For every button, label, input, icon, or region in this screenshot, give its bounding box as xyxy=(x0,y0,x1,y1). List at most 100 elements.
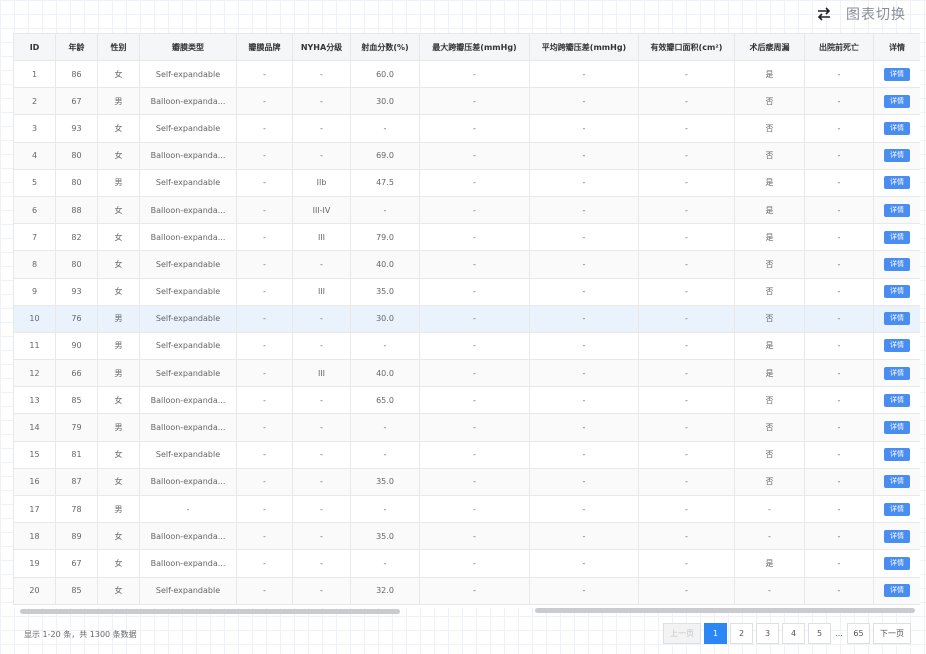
table-cell: 否 xyxy=(734,87,805,116)
detail-button[interactable]: 详情 xyxy=(884,366,910,380)
table-row[interactable]: 1 86 女 Self-expandable - -60.0- - - 是 - 详情 xyxy=(13,59,920,89)
detail-cell: 详情 xyxy=(873,359,920,388)
table-cell: - xyxy=(638,331,735,361)
table-cell: 3 xyxy=(13,114,56,143)
table-row[interactable]: 5 80 男 Self-expandable - IIb 47.5- - - 是 - 详情 xyxy=(13,168,920,197)
table-row[interactable]: 15 81 女 Self-expandable - - - - - - 否 - 详情 xyxy=(13,440,920,469)
table-row[interactable]: 13 85 女 Balloon-expanda... - -65.0- - - 否 - 详情 xyxy=(13,386,920,415)
table-row[interactable]: 2 67 男 Balloon-expanda... - -30.0- - - 否 - 详情 xyxy=(13,87,920,116)
table-row[interactable]: 19 67 女 Balloon-expanda... - - - - - - 是 - 详情 xyxy=(13,549,920,578)
table-cell: 35.0 xyxy=(350,522,420,551)
table-cell: - xyxy=(236,386,293,415)
table-cell: - xyxy=(804,250,874,279)
page-button-2[interactable]: 2 xyxy=(730,623,753,644)
table-cell: 否 xyxy=(734,386,805,415)
detail-button[interactable]: 详情 xyxy=(884,556,910,570)
table-cell: - xyxy=(804,87,874,116)
table-cell: 76 xyxy=(55,304,98,333)
table-row[interactable]: 16 87 女 Balloon-expanda... - -35.0- - - 否 - 详情 xyxy=(13,467,920,497)
detail-button[interactable]: 详情 xyxy=(884,285,910,299)
table-cell: III xyxy=(292,223,351,252)
table-row[interactable]: 10 76 男 Self-expandable - -30.0- - - 否 - 详情 xyxy=(13,304,920,333)
detail-button[interactable]: 详情 xyxy=(884,502,910,516)
detail-button[interactable]: 详情 xyxy=(884,312,910,326)
table-row[interactable]: 8 80 女 Self-expandable - -40.0- - - 否 - 详情 xyxy=(13,250,920,279)
table-row[interactable]: 11 90 男 Self-expandable - - - - - - 是 - 详情 xyxy=(13,331,920,361)
table-cell: 男 xyxy=(97,168,140,197)
table-cell: Self-expandable xyxy=(139,114,237,143)
table-cell: - xyxy=(638,494,735,524)
data-table-container[interactable]: ID 年龄 性别 瓣膜类型 瓣膜品牌 NYHA分级 射血分数(%) 最大跨瓣压差(mmHg) 平… xyxy=(13,33,920,608)
table-cell: - xyxy=(292,467,351,497)
table-cell: - xyxy=(419,467,530,497)
detail-button[interactable]: 详情 xyxy=(884,121,910,135)
chart-switch-button[interactable]: 图表切换 xyxy=(816,4,906,24)
table-cell: - xyxy=(804,549,874,578)
table-cell: - xyxy=(419,195,530,225)
detail-button[interactable]: 详情 xyxy=(884,393,910,407)
detail-button[interactable]: 详情 xyxy=(884,421,910,435)
detail-button[interactable]: 详情 xyxy=(884,257,910,271)
detail-cell: 详情 xyxy=(873,195,920,225)
table-row[interactable]: 9 93 女 Self-expandable - III 35.0- - - 否 - 详情 xyxy=(13,277,920,306)
table-row[interactable]: 17 78 男 - - - - - - - - - 详情 xyxy=(13,494,920,524)
detail-button[interactable]: 详情 xyxy=(884,475,910,489)
table-cell: 女 xyxy=(97,277,140,306)
table-cell: 女 xyxy=(97,386,140,415)
table-cell: - xyxy=(236,440,293,469)
table-cell: 87 xyxy=(55,467,98,497)
table-cell: - xyxy=(236,494,293,524)
detail-button[interactable]: 详情 xyxy=(884,339,910,353)
detail-button[interactable]: 详情 xyxy=(884,67,910,81)
table-cell: - xyxy=(292,59,351,89)
page-button-1[interactable]: 1 xyxy=(704,623,727,644)
table-cell: - xyxy=(236,59,293,89)
table-cell: Self-expandable xyxy=(139,277,237,306)
detail-button[interactable]: 详情 xyxy=(884,584,910,598)
horizontal-scrollbar-left[interactable] xyxy=(20,609,400,614)
table-cell: - xyxy=(638,386,735,415)
page-button-4[interactable]: 4 xyxy=(782,623,805,644)
table-cell: 10 xyxy=(13,304,56,333)
page-button-5[interactable]: 5 xyxy=(808,623,831,644)
page-button-3[interactable]: 3 xyxy=(756,623,779,644)
detail-button[interactable]: 详情 xyxy=(884,94,910,108)
table-row[interactable]: 18 89 女 Balloon-expanda... - -35.0- - - - - 详情 xyxy=(13,522,920,551)
table-cell: - xyxy=(529,413,639,442)
detail-button[interactable]: 详情 xyxy=(884,176,910,190)
column-header: 最大跨瓣压差(mmHg) xyxy=(419,33,530,61)
table-cell: 6 xyxy=(13,195,56,225)
table-cell: 男 xyxy=(97,494,140,524)
detail-button[interactable]: 详情 xyxy=(884,230,910,244)
table-cell: - xyxy=(804,494,874,524)
table-cell: Balloon-expanda... xyxy=(139,386,237,415)
page-button-last[interactable]: 65 xyxy=(847,623,870,644)
table-cell: 17 xyxy=(13,494,56,524)
table-row[interactable]: 4 80 女 Balloon-expanda... - -69.0- - - 否 - 详情 xyxy=(13,141,920,170)
table-row[interactable]: 14 79 男 Balloon-expanda... - - - - - - 否 - 详情 xyxy=(13,413,920,442)
next-page-button[interactable]: 下一页 xyxy=(873,623,911,644)
table-cell: Self-expandable xyxy=(139,304,237,333)
detail-button[interactable]: 详情 xyxy=(884,203,910,217)
table-cell: Balloon-expanda... xyxy=(139,223,237,252)
table-cell: 男 xyxy=(97,413,140,442)
table-cell: - xyxy=(419,277,530,306)
table-cell: - xyxy=(804,386,874,415)
table-row[interactable]: 7 82 女 Balloon-expanda... - III 79.0- - - 是 - 详情 xyxy=(13,223,920,252)
detail-button[interactable]: 详情 xyxy=(884,448,910,462)
table-row[interactable]: 3 93 女 Self-expandable - - - - - - 否 - 详情 xyxy=(13,114,920,143)
table-row[interactable]: 12 66 男 Self-expandable - III 40.0- - - 是 - 详情 xyxy=(13,359,920,388)
table-cell: 是 xyxy=(734,331,805,361)
table-row[interactable]: 20 85 女 Self-expandable - -32.0- - - - - 详情 xyxy=(13,576,920,605)
detail-button[interactable]: 详情 xyxy=(884,149,910,163)
table-cell: - xyxy=(292,576,351,605)
table-cell: 13 xyxy=(13,386,56,415)
detail-button[interactable]: 详情 xyxy=(884,529,910,543)
table-cell: - xyxy=(529,576,639,605)
table-cell: - xyxy=(804,277,874,306)
horizontal-scrollbar-right[interactable] xyxy=(535,608,915,613)
table-cell: - xyxy=(236,223,293,252)
table-row[interactable]: 6 88 女 Balloon-expanda... - III-IV - - - - 是 - 详情 xyxy=(13,195,920,225)
table-cell: 18 xyxy=(13,522,56,551)
prev-page-button[interactable]: 上一页 xyxy=(663,623,701,644)
